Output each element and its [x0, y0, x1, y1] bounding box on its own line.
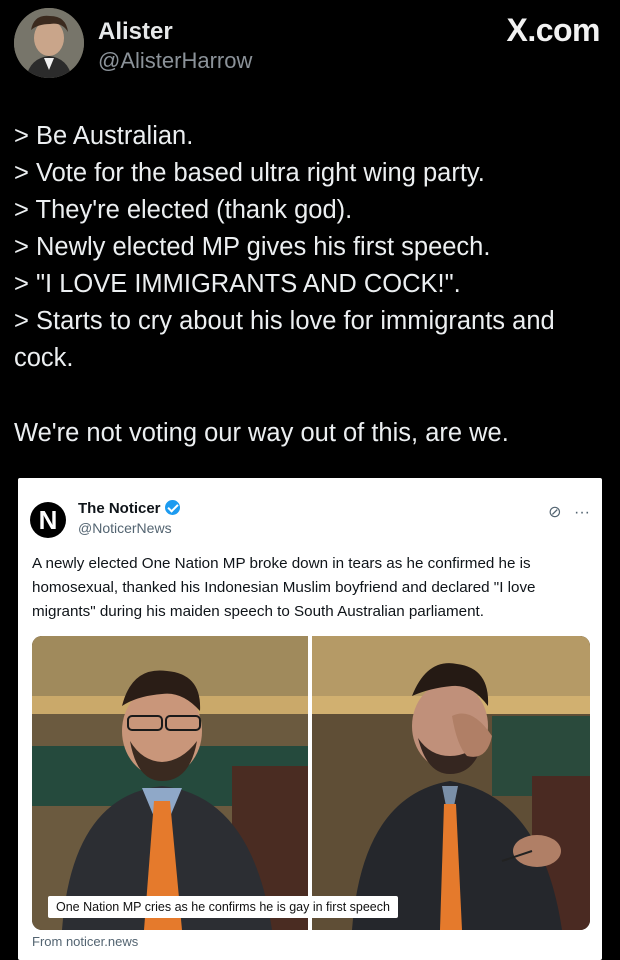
tweet-line: > "I LOVE IMMIGRANTS AND COCK!".	[14, 270, 461, 298]
embedded-post[interactable]: N The Noticer @NoticerNews ⊘ ··· A newly…	[18, 478, 602, 960]
embed-source[interactable]: From noticer.news	[32, 934, 138, 949]
embed-text: A newly elected One Nation MP broke down…	[32, 555, 536, 620]
more-icon[interactable]: ···	[574, 504, 590, 521]
embed-author-label: The Noticer	[78, 500, 161, 517]
media-caption: One Nation MP cries as he confirms he is…	[48, 896, 398, 918]
avatar[interactable]	[14, 8, 84, 78]
tweet-line: > Newly elected MP gives his first speec…	[14, 233, 491, 261]
verified-badge-icon	[164, 500, 180, 515]
noticer-logo[interactable]: N	[30, 502, 66, 538]
media-photo	[32, 636, 590, 930]
author-handle[interactable]: @AlisterHarrow	[98, 48, 252, 74]
embed-actions: ⊘ ···	[548, 502, 590, 522]
x-logo: X.com	[506, 12, 600, 48]
tweet-header: Alister @AlisterHarrow X.com	[12, 8, 600, 82]
tweet-text: > Be Australian. > Vote for the based ul…	[14, 118, 606, 452]
tweet-line: > Starts to cry about his love for immig…	[14, 307, 555, 372]
embed-media[interactable]	[32, 636, 590, 930]
grok-icon[interactable]: ⊘	[548, 504, 561, 521]
embed-author-name[interactable]: The Noticer	[78, 500, 180, 517]
tweet-line: > Be Australian.	[14, 122, 194, 150]
tweet-closing: We're not voting our way out of this, ar…	[14, 419, 509, 447]
tweet-line: > They're elected (thank god).	[14, 196, 353, 224]
tweet-line: > Vote for the based ultra right wing pa…	[14, 159, 485, 187]
embed-author-handle[interactable]: @NoticerNews	[78, 520, 172, 536]
author-name[interactable]: Alister	[98, 18, 173, 46]
